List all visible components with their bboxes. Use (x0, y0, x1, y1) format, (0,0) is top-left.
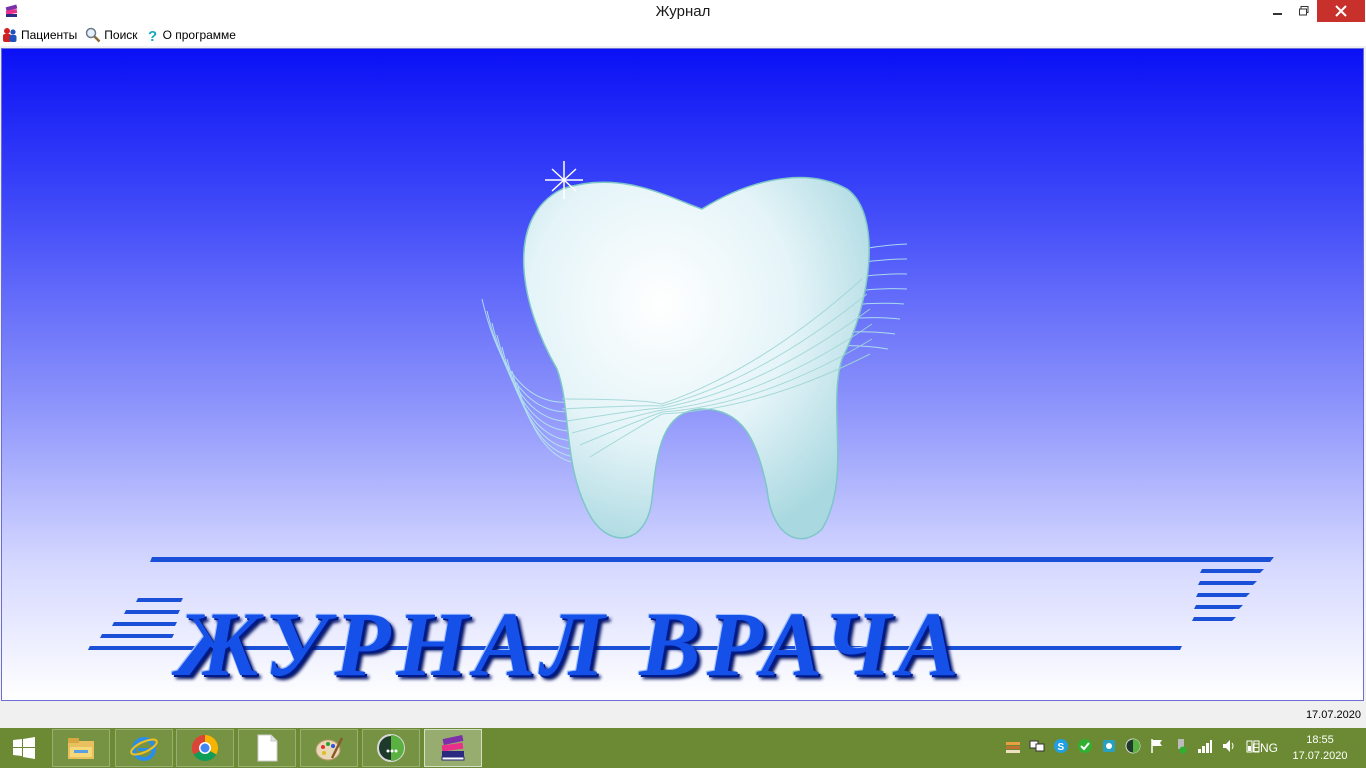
blank-document-icon (257, 734, 278, 762)
window-title: Журнал (655, 3, 711, 20)
menu-item-patients[interactable]: Пациенты (2, 25, 77, 45)
clock-date: 17.07.2020 (1292, 750, 1348, 762)
tray-skype-icon[interactable]: S (1053, 738, 1069, 754)
logo-title: ЖУРНАЛ ВРАЧА (177, 593, 965, 695)
taskbar-globe-app[interactable] (362, 729, 420, 767)
language-indicator[interactable]: ENG (1252, 741, 1278, 755)
main-content: ЖУРНАЛ ВРАЧА (1, 48, 1364, 701)
status-bar: 17.07.2020 (0, 702, 1366, 728)
menu-label-patients: Пациенты (21, 28, 78, 42)
help-icon: ? (148, 28, 157, 43)
start-button[interactable] (0, 728, 48, 768)
minimize-button[interactable] (1265, 0, 1291, 22)
clock-time: 18:55 (1306, 734, 1334, 746)
svg-text:S: S (1058, 742, 1065, 753)
globe-app-icon (377, 734, 405, 762)
tray-usb-icon[interactable] (1173, 738, 1189, 754)
title-bar: Журнал (0, 0, 1366, 24)
menu-label-search: Поиск (104, 28, 138, 42)
tray-network-computers-icon[interactable] (1029, 738, 1045, 754)
journal-app-icon (441, 734, 465, 761)
minimize-icon (1273, 13, 1282, 15)
menu-bar: Пациенты Поиск ? О программе (0, 24, 1366, 46)
taskbar: S ENG 18:55 17.07.2020 (0, 728, 1366, 768)
menu-label-about: О программе (162, 28, 236, 42)
taskbar-chrome[interactable] (176, 729, 234, 767)
close-button[interactable] (1317, 0, 1365, 22)
svg-text:?: ? (148, 28, 157, 43)
restore-button[interactable] (1291, 0, 1317, 22)
chrome-icon (191, 734, 219, 762)
system-tray: S (1005, 738, 1269, 754)
taskbar-internet-explorer[interactable] (115, 729, 173, 767)
tray-signal-icon[interactable] (1197, 738, 1213, 754)
menu-item-search[interactable]: Поиск (85, 25, 138, 45)
tray-volume-icon[interactable] (1221, 738, 1237, 754)
close-icon (1335, 5, 1347, 17)
file-explorer-icon (68, 738, 94, 759)
users-icon (3, 28, 17, 42)
internet-explorer-icon (130, 737, 158, 761)
restore-icon (1299, 6, 1309, 16)
tray-flag-icon[interactable] (1149, 738, 1165, 754)
tray-app-icon[interactable] (1101, 738, 1117, 754)
tray-stack-icon[interactable] (1005, 738, 1021, 754)
paint-icon (315, 737, 344, 761)
tray-check-icon[interactable] (1077, 738, 1093, 754)
taskbar-paint[interactable] (300, 729, 358, 767)
windows-logo-icon (13, 737, 35, 759)
taskbar-clock[interactable]: 18:55 17.07.2020 (1290, 732, 1350, 764)
taskbar-file-explorer[interactable] (52, 729, 110, 767)
taskbar-journal-app[interactable] (424, 729, 482, 767)
menu-item-about[interactable]: ? О программе (146, 25, 236, 45)
status-date: 17.07.2020 (1305, 709, 1361, 721)
taskbar-document[interactable] (238, 729, 296, 767)
magnifier-icon (86, 27, 101, 43)
tray-globe-icon[interactable] (1125, 738, 1141, 754)
